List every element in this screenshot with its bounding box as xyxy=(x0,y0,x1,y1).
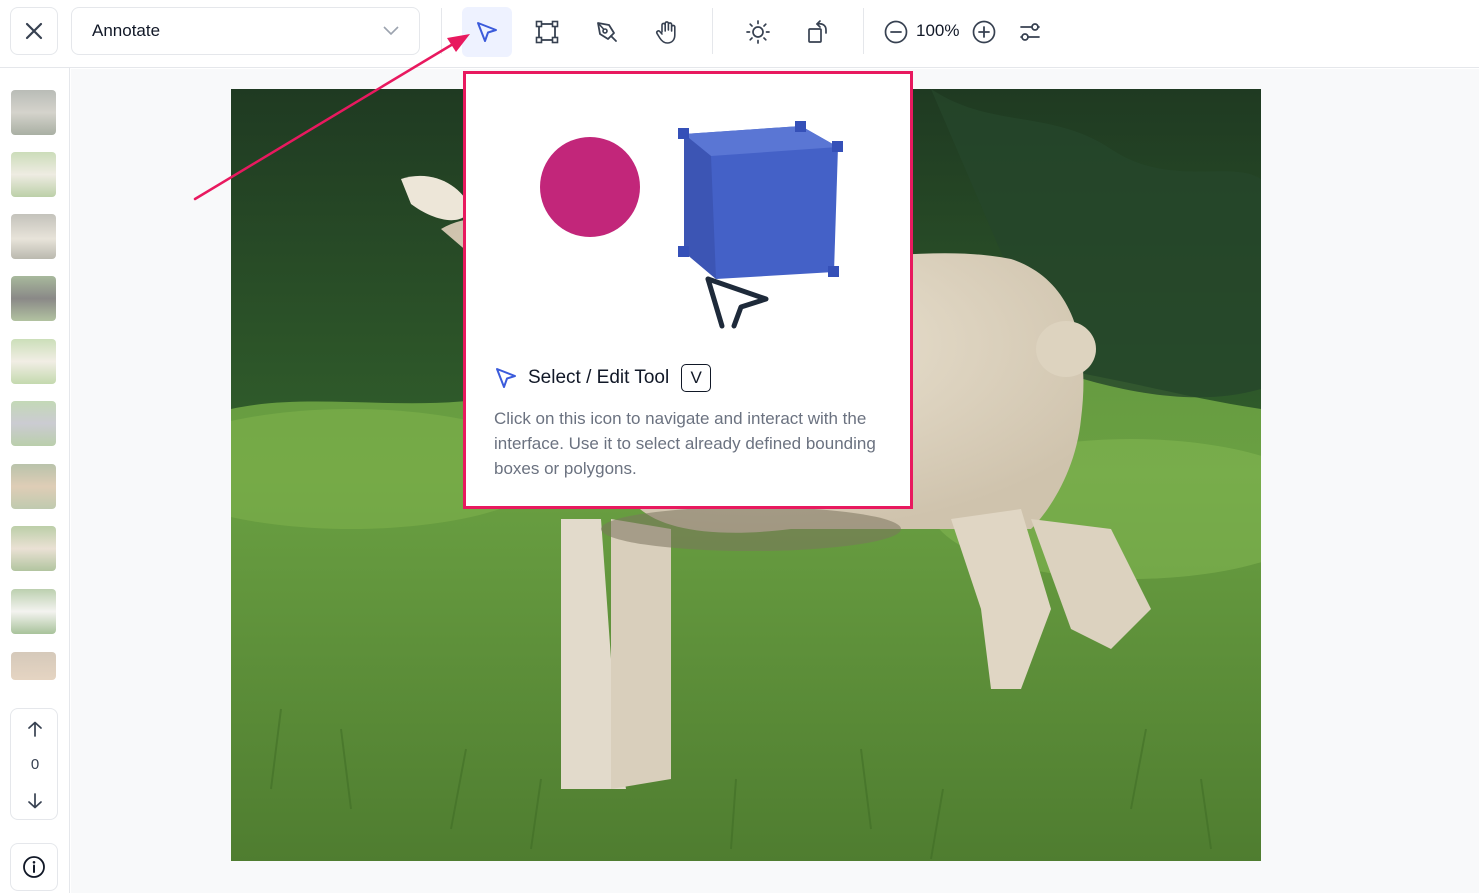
image-thumbnail[interactable] xyxy=(11,401,56,446)
image-thumbnail[interactable] xyxy=(11,464,56,509)
image-thumbnail[interactable] xyxy=(11,276,56,321)
keyboard-shortcut-badge: V xyxy=(681,364,712,392)
select-tool-button[interactable] xyxy=(462,7,512,57)
previous-image-button[interactable] xyxy=(23,717,47,741)
image-thumbnail[interactable] xyxy=(11,339,56,384)
toolbar-divider xyxy=(863,8,864,54)
illustration-cube xyxy=(678,121,843,279)
toolbar-divider xyxy=(441,8,442,54)
tooltip-title: Select / Edit Tool xyxy=(528,367,670,388)
brightness-button[interactable] xyxy=(733,7,783,57)
cursor-arrow-icon xyxy=(496,368,516,388)
next-image-button[interactable] xyxy=(23,789,47,813)
image-thumbnail[interactable] xyxy=(11,526,56,571)
bounding-box-tool-button[interactable] xyxy=(522,7,572,57)
image-thumbnail[interactable] xyxy=(11,90,56,135)
bounding-box-icon xyxy=(535,20,559,44)
settings-button[interactable] xyxy=(1005,7,1055,57)
mode-select-value: Annotate xyxy=(92,21,161,40)
image-thumbnail[interactable] xyxy=(11,589,56,634)
illustration-circle xyxy=(540,137,640,237)
hand-icon xyxy=(656,21,676,44)
image-thumbnail[interactable] xyxy=(11,152,56,197)
arrow-up-icon xyxy=(28,721,42,737)
chevron-down-icon xyxy=(383,26,399,36)
tooltip-description: Click on this icon to navigate and inter… xyxy=(494,409,876,478)
image-list-sidebar: 0 xyxy=(0,68,70,893)
top-toolbar: Annotate 100% xyxy=(0,0,1479,68)
polygon-pen-tool-button[interactable] xyxy=(582,7,632,57)
tool-tooltip-popover: Select / Edit Tool V Click on this icon … xyxy=(463,71,913,509)
zoom-level: 100% xyxy=(916,21,960,40)
rotate-button[interactable] xyxy=(793,7,843,57)
image-thumbnail[interactable] xyxy=(11,652,56,680)
tooltip-illustration xyxy=(540,121,843,329)
sliders-icon xyxy=(1020,23,1040,41)
zoom-out-icon xyxy=(884,20,908,44)
info-icon xyxy=(23,856,45,878)
zoom-in-icon xyxy=(972,20,996,44)
rotate-icon xyxy=(808,20,827,43)
close-icon xyxy=(25,22,43,40)
zoom-in-button[interactable] xyxy=(959,7,1009,57)
cursor-arrow-icon xyxy=(477,22,497,42)
zoom-out-button[interactable] xyxy=(871,7,921,57)
mode-select[interactable]: Annotate xyxy=(71,7,420,55)
image-pager: 0 xyxy=(10,708,58,820)
toolbar-divider xyxy=(712,8,713,54)
tooltip-header: Select / Edit Tool V xyxy=(494,364,712,392)
pen-tool-icon xyxy=(597,22,617,42)
image-thumbnail[interactable] xyxy=(11,214,56,259)
brightness-icon xyxy=(746,20,770,44)
close-button[interactable] xyxy=(10,7,58,55)
arrow-down-icon xyxy=(28,793,42,809)
pan-hand-tool-button[interactable] xyxy=(642,7,692,57)
page-number: 0 xyxy=(30,756,40,773)
info-button[interactable] xyxy=(10,843,58,891)
